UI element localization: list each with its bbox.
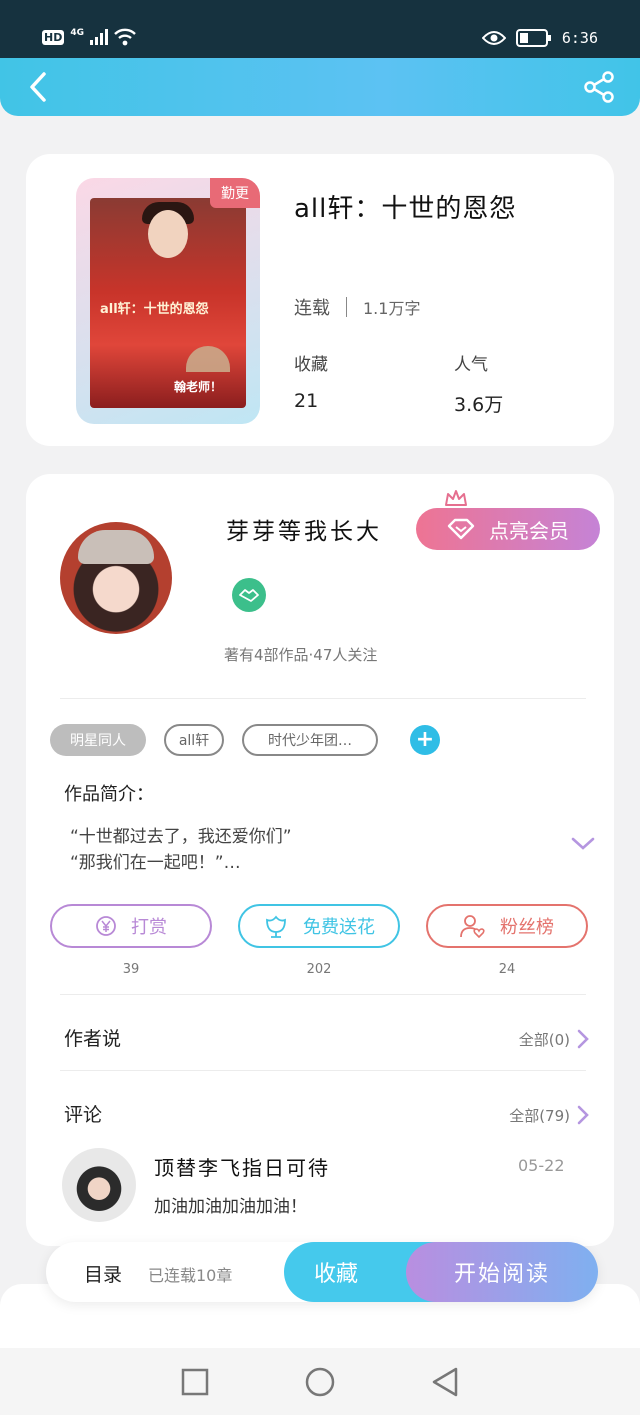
book-info-card: all轩：十世的恩怨 翰老师！ 勤更 all轩：十世的恩怨 连载 1.1万字 收… xyxy=(26,154,614,446)
tag-item[interactable]: all轩 xyxy=(164,724,224,756)
expand-chevron-icon[interactable] xyxy=(570,836,596,852)
recent-apps-icon[interactable] xyxy=(181,1368,209,1396)
chevron-right-icon xyxy=(577,1105,589,1125)
comments-all-link[interactable]: 全部(79) xyxy=(509,1104,590,1126)
share-icon xyxy=(584,71,614,103)
author-badge-icon[interactable] xyxy=(232,578,266,612)
favorite-button-label: 收藏 xyxy=(314,1262,359,1287)
fan-ranking-label: 粉丝榜 xyxy=(500,917,554,938)
fan-count: 24 xyxy=(498,962,516,977)
toc-status: 已连载10章 xyxy=(148,1266,233,1285)
comments-title: 评论 xyxy=(64,1104,103,1126)
clock: 6:36 xyxy=(561,29,598,47)
cover-signature: 翰老师！ xyxy=(174,380,223,394)
commenter-name[interactable]: 顶替李飞指日可待 xyxy=(154,1152,330,1181)
wifi-icon xyxy=(114,28,136,46)
author-says-title: 作者说 xyxy=(64,1028,122,1050)
popularity-value: 3.6万 xyxy=(454,394,504,416)
author-avatar[interactable] xyxy=(60,522,172,634)
favorites-value: 21 xyxy=(294,390,319,412)
diamond-icon xyxy=(447,518,475,540)
home-icon[interactable] xyxy=(305,1367,335,1397)
send-flower-button[interactable]: 免费送花 xyxy=(238,904,400,948)
cover-artwork: all轩：十世的恩怨 翰老师！ xyxy=(90,198,246,408)
vip-button-label: 点亮会员 xyxy=(489,518,569,543)
tip-count: 39 xyxy=(122,962,140,977)
avatar-hat xyxy=(78,530,154,564)
eye-icon xyxy=(481,31,506,45)
status-left: HD 4G xyxy=(42,28,136,46)
comments-all-label: 全部(79) xyxy=(509,1106,570,1125)
popularity-label: 人气 xyxy=(454,355,488,375)
chevron-left-icon xyxy=(30,72,46,102)
tag-item[interactable]: 时代少年团… xyxy=(242,724,378,756)
comment-date: 05-22 xyxy=(518,1156,565,1175)
intro-line-2: “那我们在一起吧！”… xyxy=(70,853,241,873)
flower-count: 202 xyxy=(306,962,332,977)
comment-text[interactable]: 加油加油加油加油！ xyxy=(154,1192,307,1217)
status-bar: HD 4G 6:36 xyxy=(0,0,640,60)
intro-label: 作品简介： xyxy=(64,784,154,805)
commenter-avatar[interactable] xyxy=(62,1148,136,1222)
cover-text: all轩：十世的恩怨 xyxy=(100,302,209,317)
section-divider xyxy=(60,698,586,699)
frequent-update-badge: 勤更 xyxy=(210,178,260,208)
intro-line-1: “十世都过去了，我还爱你们” xyxy=(70,827,292,847)
crown-icon xyxy=(445,490,467,506)
tip-button[interactable]: 打赏 xyxy=(50,904,212,948)
cover-fan xyxy=(186,346,230,372)
toc-button[interactable]: 目录 xyxy=(84,1260,122,1287)
handshake-icon xyxy=(239,589,259,602)
tag-item[interactable]: 明星同人 xyxy=(50,724,146,756)
author-stats: 著有4部作品·47人关注 xyxy=(224,646,378,664)
share-button[interactable] xyxy=(580,66,620,108)
section-divider xyxy=(60,994,586,995)
tip-label: 打赏 xyxy=(131,917,167,938)
header-bar xyxy=(0,58,640,116)
back-nav-icon[interactable] xyxy=(431,1367,459,1397)
start-reading-label: 开始阅读 xyxy=(453,1262,550,1287)
user-heart-icon xyxy=(460,915,485,938)
chevron-right-icon xyxy=(577,1029,589,1049)
author-name[interactable]: 芽芽等我长大 xyxy=(226,512,382,546)
network-type: 4G xyxy=(70,28,84,38)
cover-face xyxy=(148,210,188,258)
fan-ranking-button[interactable]: 粉丝榜 xyxy=(426,904,588,948)
system-nav-bar xyxy=(0,1348,640,1415)
tag-list: 明星同人 all轩 时代少年团… + xyxy=(50,724,440,756)
author-details-card: 芽芽等我长大 点亮会员 著有4部作品·47人关注 明星同人 all轩 时代少年团… xyxy=(26,474,614,1246)
yuan-coin-icon xyxy=(96,916,116,936)
author-says-all-link[interactable]: 全部(0) xyxy=(519,1028,590,1050)
status-right: 6:36 xyxy=(481,28,598,48)
back-button[interactable] xyxy=(18,66,58,108)
favorites-label: 收藏 xyxy=(294,355,328,375)
word-count: 1.1万字 xyxy=(363,299,421,318)
start-reading-button[interactable]: 开始阅读 xyxy=(406,1242,598,1302)
book-meta: 连载 1.1万字 xyxy=(294,294,420,320)
book-status: 连载 xyxy=(294,298,330,319)
flower-icon xyxy=(266,915,286,938)
send-flower-label: 免费送花 xyxy=(303,917,375,938)
meta-divider xyxy=(346,297,347,317)
hd-badge: HD xyxy=(42,29,65,45)
bottom-action-bar: 目录 已连载10章 收藏 开始阅读 xyxy=(46,1242,598,1302)
section-divider xyxy=(60,1070,586,1071)
add-tag-button[interactable]: + xyxy=(410,725,440,755)
author-says-all-label: 全部(0) xyxy=(518,1030,570,1049)
vip-button[interactable]: 点亮会员 xyxy=(416,508,600,550)
book-title: all轩：十世的恩怨 xyxy=(294,194,517,224)
book-cover[interactable]: all轩：十世的恩怨 翰老师！ 勤更 xyxy=(76,178,260,424)
signal-icon xyxy=(90,29,108,45)
battery-icon xyxy=(515,29,551,47)
